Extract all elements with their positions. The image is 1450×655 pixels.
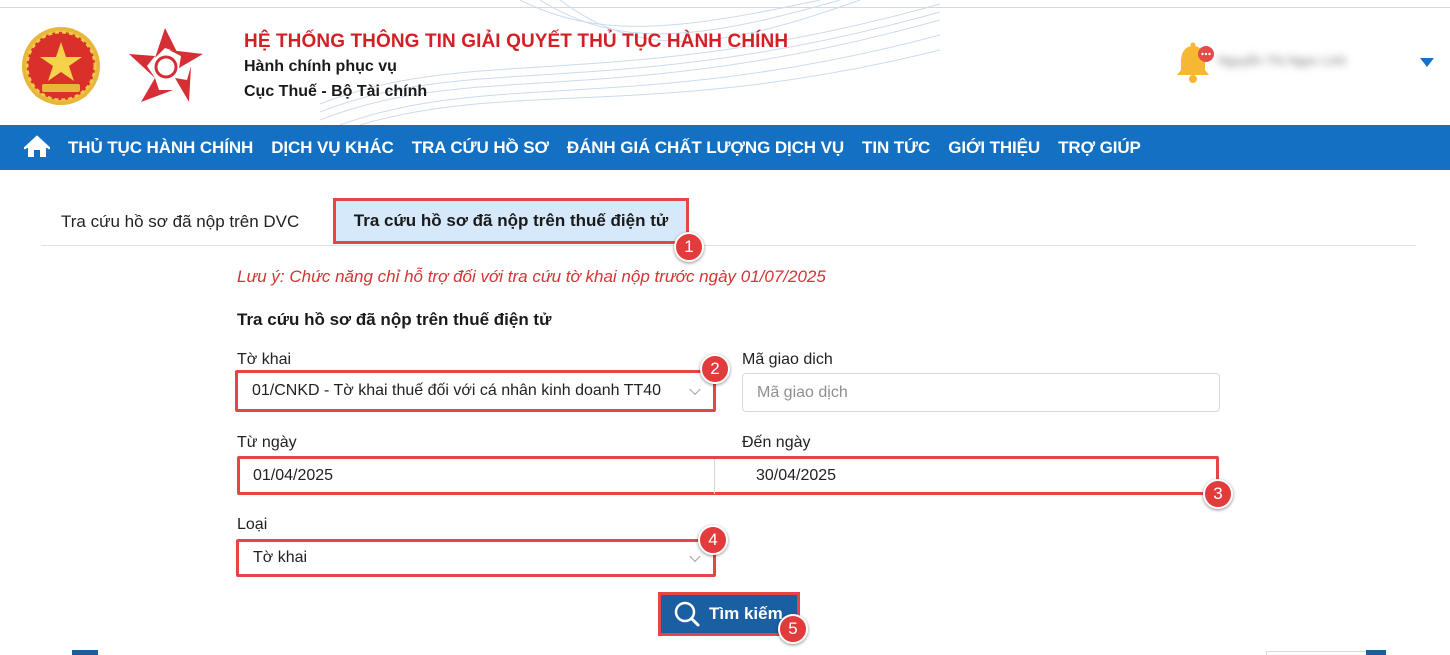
- nav-item-gioi-thieu[interactable]: GIỚI THIỆU: [948, 138, 1040, 158]
- chevron-down-icon: [689, 383, 701, 396]
- date-range-field: 01/04/2025 30/04/2025: [237, 456, 1219, 495]
- main-nav: THỦ TỤC HÀNH CHÍNH DỊCH VỤ KHÁC TRA CỨU …: [0, 125, 1450, 170]
- nav-item-tin-tuc[interactable]: TIN TỨC: [862, 138, 930, 158]
- to-khai-selected-value: 01/CNKD - Tờ khai thuế đối với cá nhân k…: [252, 382, 662, 399]
- to-khai-select[interactable]: 01/CNKD - Tờ khai thuế đối với cá nhân k…: [235, 370, 716, 412]
- system-subtitle-service: Hành chính phục vụ: [244, 58, 397, 75]
- tab-etax[interactable]: Tra cứu hồ sơ đã nộp trên thuế điện tử: [333, 198, 689, 244]
- header-wave-decoration: [320, 0, 940, 125]
- user-name[interactable]: Nguyễn Thị Ngọc Linh: [1218, 53, 1408, 73]
- system-title: HỆ THỐNG THÔNG TIN GIẢI QUYẾT THỦ TỤC HÀ…: [244, 31, 789, 52]
- loai-label: Loại: [237, 516, 268, 533]
- callout-badge-3: 3: [1203, 479, 1233, 509]
- ma-giao-dich-input[interactable]: Mã giao dịch: [742, 373, 1220, 412]
- nav-item-dich-vu-khac[interactable]: DỊCH VỤ KHÁC: [271, 138, 394, 158]
- notification-bell-icon[interactable]: [1174, 40, 1214, 84]
- den-ngay-input[interactable]: 30/04/2025: [756, 467, 836, 485]
- system-subtitle-agency: Cục Thuế - Bộ Tài chính: [244, 83, 428, 100]
- ma-giao-dich-placeholder: Mã giao dịch: [757, 383, 848, 401]
- den-ngay-label: Đến ngày: [742, 434, 811, 451]
- callout-badge-1: 1: [674, 232, 704, 262]
- nav-item-tro-giup[interactable]: TRỢ GIÚP: [1058, 138, 1141, 158]
- page-size-select[interactable]: [1266, 651, 1366, 655]
- callout-badge-2: 2: [700, 354, 730, 384]
- site-header: HỆ THỐNG THÔNG TIN GIẢI QUYẾT THỦ TỤC HÀ…: [0, 0, 1450, 125]
- notice-text: Lưu ý: Chức năng chỉ hỗ trợ đối với tra …: [237, 267, 826, 286]
- tu-ngay-label: Từ ngày: [237, 434, 297, 451]
- nav-item-tra-cuu-ho-so[interactable]: TRA CỨU HỒ SƠ: [412, 138, 549, 158]
- callout-badge-5: 5: [778, 614, 808, 644]
- home-icon[interactable]: [24, 135, 50, 159]
- to-khai-label: Tờ khai: [237, 351, 292, 368]
- loai-select[interactable]: Tờ khai: [236, 539, 716, 577]
- tabs-divider: [41, 245, 1416, 246]
- callout-badge-4: 4: [698, 525, 728, 555]
- results-edge-right: [1366, 650, 1386, 655]
- tu-ngay-input[interactable]: 01/04/2025: [253, 467, 333, 485]
- tab-dvc[interactable]: Tra cứu hồ sơ đã nộp trên DVC: [61, 212, 299, 232]
- nav-items: THỦ TỤC HÀNH CHÍNH DỊCH VỤ KHÁC TRA CỨU …: [68, 125, 1159, 170]
- results-edge-left: [72, 650, 98, 655]
- nav-item-thu-tuc-hanh-chinh[interactable]: THỦ TỤC HÀNH CHÍNH: [68, 138, 253, 158]
- service-logo-icon: [129, 28, 203, 102]
- search-button-label: Tìm kiếm: [709, 604, 783, 623]
- chevron-down-icon: [689, 550, 701, 563]
- search-icon: [674, 601, 700, 627]
- date-range-divider: [714, 459, 715, 494]
- loai-selected-value: Tờ khai: [253, 549, 308, 566]
- national-emblem-icon: [22, 27, 100, 105]
- ma-giao-dich-label: Mã giao dich: [742, 351, 833, 368]
- form-title: Tra cứu hồ sơ đã nộp trên thuế điện tử: [237, 310, 552, 329]
- nav-item-danh-gia-chat-luong[interactable]: ĐÁNH GIÁ CHẤT LƯỢNG DỊCH VỤ: [567, 138, 844, 158]
- user-menu-caret-icon[interactable]: [1420, 58, 1434, 67]
